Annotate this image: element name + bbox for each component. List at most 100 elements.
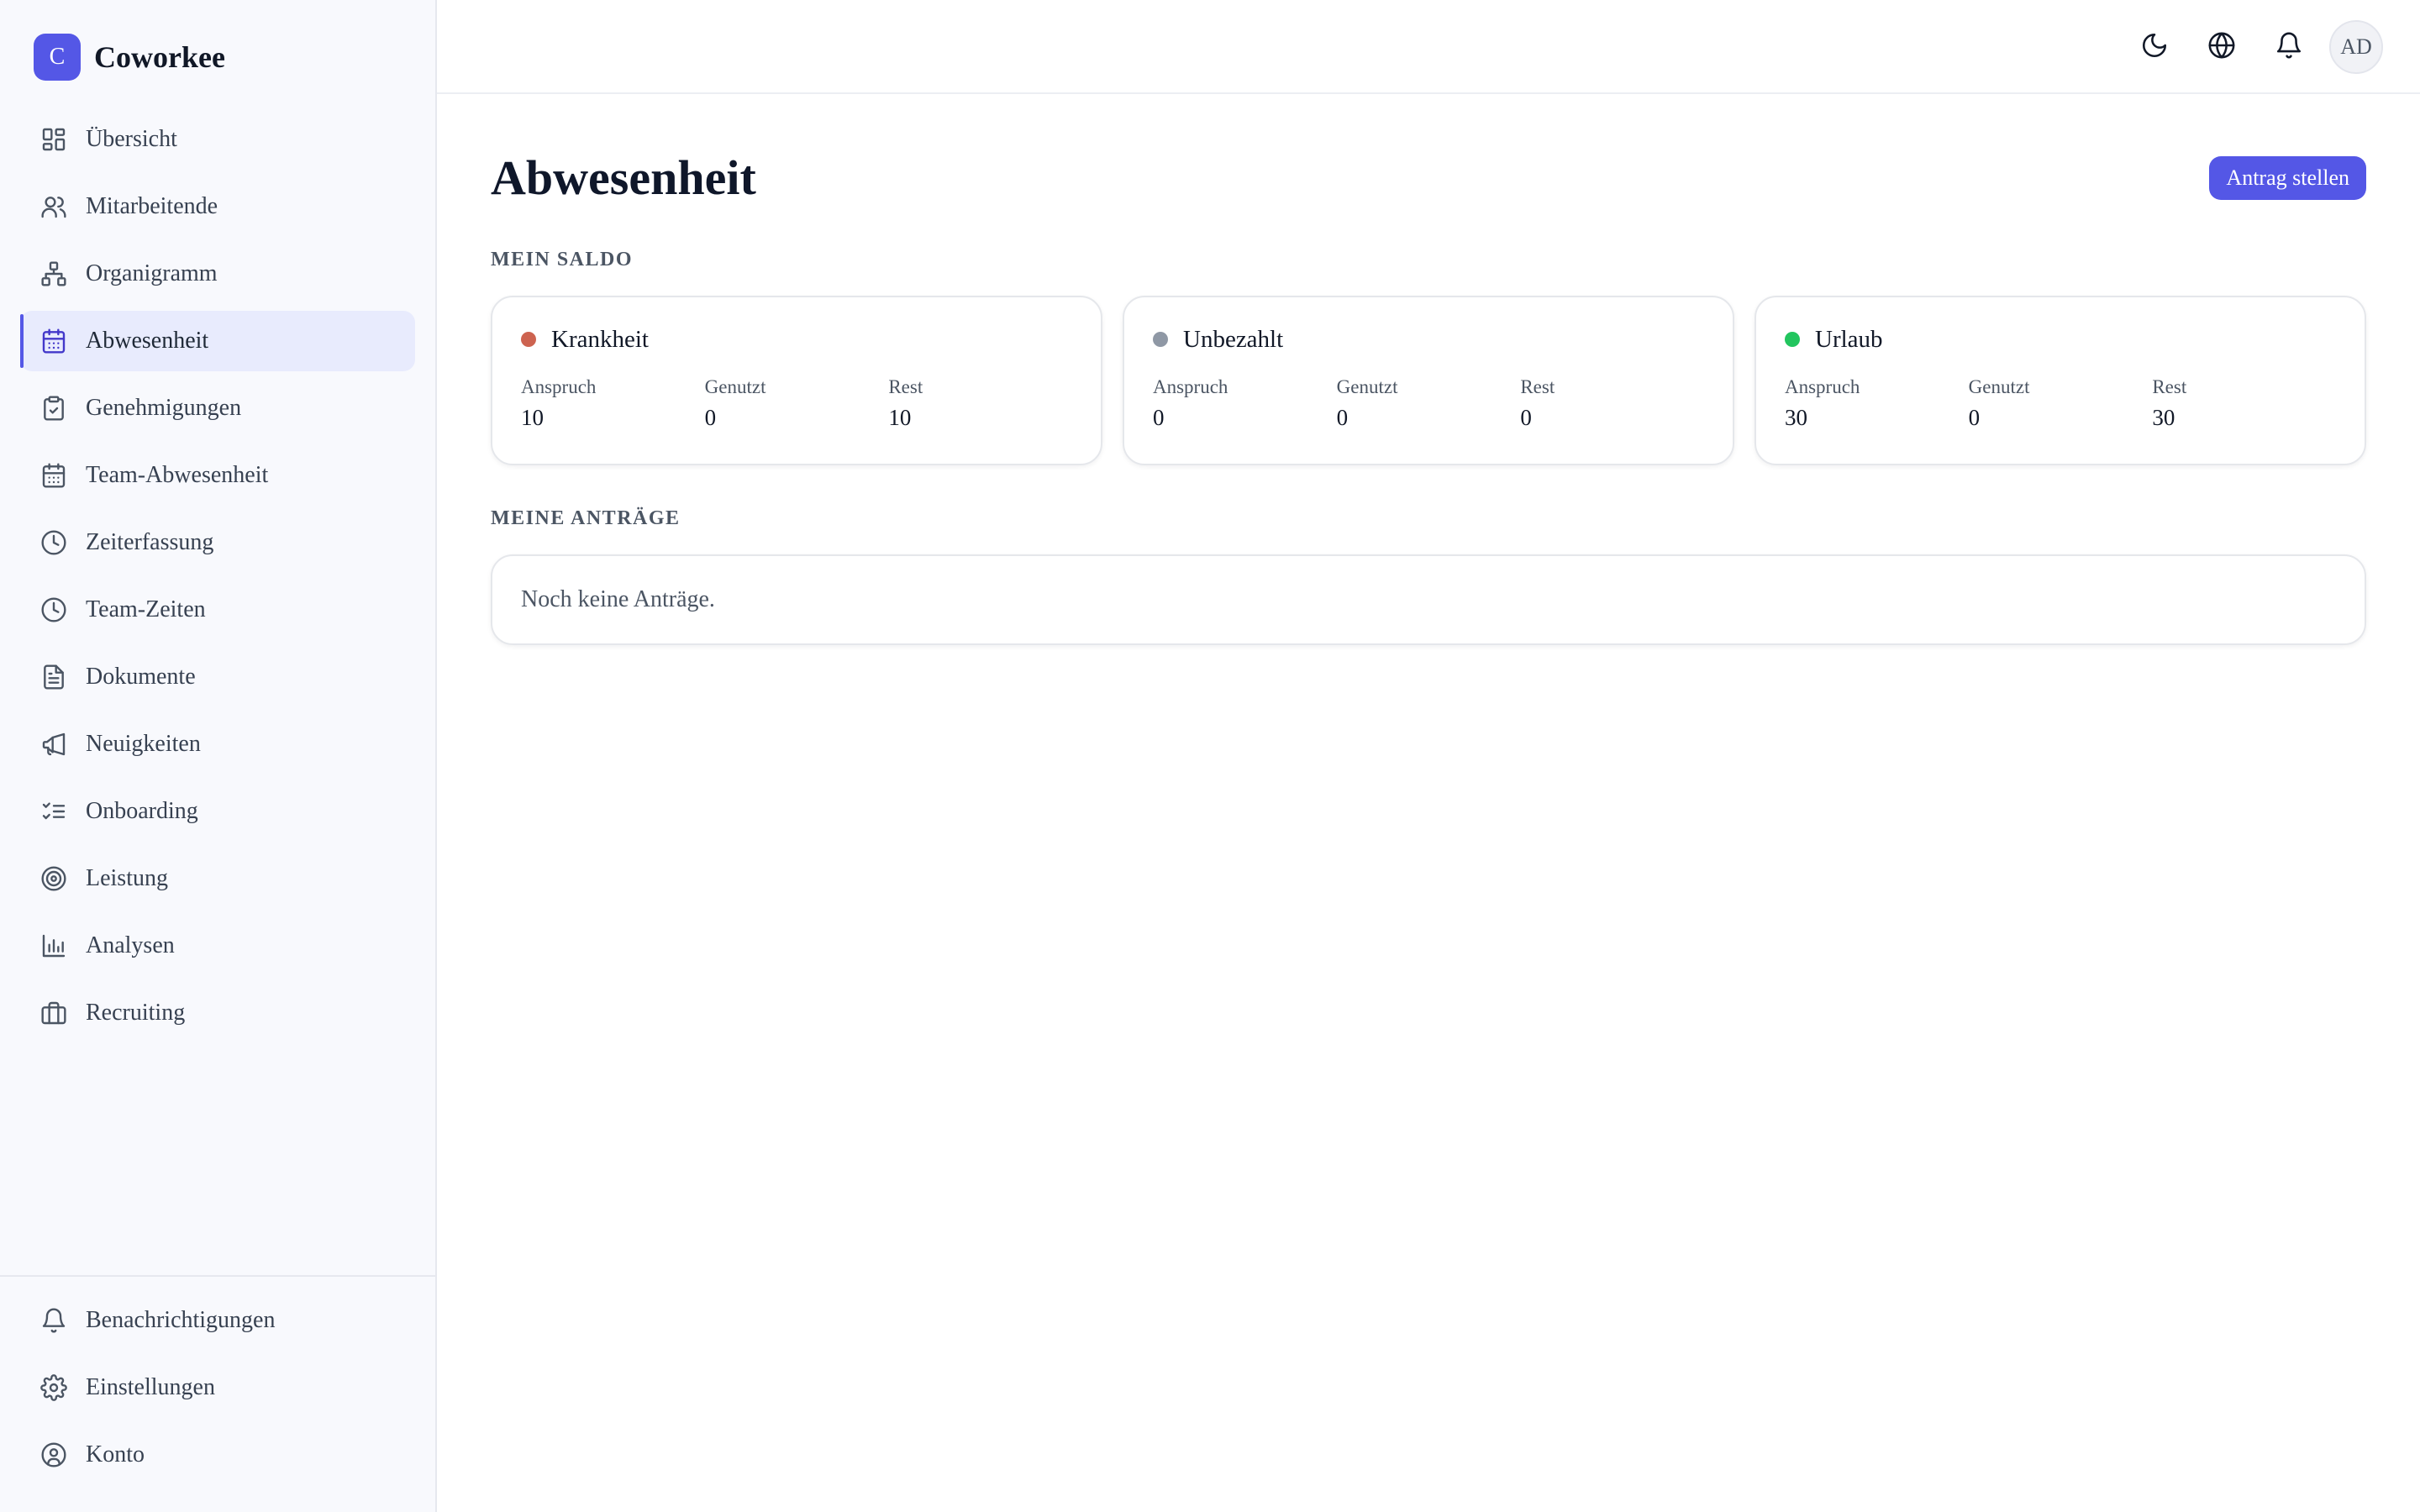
org-chart-icon xyxy=(40,260,67,287)
sidebar-item-zeiterfassung[interactable]: Zeiterfassung xyxy=(20,512,415,573)
submit-request-button[interactable]: Antrag stellen xyxy=(2209,156,2366,200)
stat-value-remaining: 0 xyxy=(1520,405,1532,430)
stat-value-remaining: 10 xyxy=(888,405,912,430)
megaphone-icon xyxy=(40,731,67,758)
sidebar-item-label: Onboarding xyxy=(86,798,198,824)
stat-value-entitlement: 30 xyxy=(1785,405,1807,430)
sidebar-item-leistung[interactable]: Leistung xyxy=(20,848,415,909)
balance-card-unbezahlt: Unbezahlt Anspruch 0 Genutzt 0 Rest 0 xyxy=(1123,296,1734,465)
sidebar-item-team-zeiten[interactable]: Team-Zeiten xyxy=(20,580,415,640)
stat-label-used: Genutzt xyxy=(704,376,766,397)
stat-value-used: 0 xyxy=(704,405,717,430)
stat-value-used: 0 xyxy=(1968,405,1981,430)
dashboard-icon xyxy=(40,126,67,153)
sidebar-item-benachrichtigungen[interactable]: Benachrichtigungen xyxy=(20,1290,417,1351)
stat-label-used: Genutzt xyxy=(1336,376,1398,397)
balance-card-title: Krankheit xyxy=(551,325,649,353)
bell-icon xyxy=(2275,31,2303,64)
sidebar-footer: Benachrichtigungen Einstellungen Konto xyxy=(0,1275,437,1512)
sidebar-item-label: Dokumente xyxy=(86,664,196,690)
checklist-icon xyxy=(40,798,67,825)
sidebar-item-label: Mitarbeitende xyxy=(86,193,218,219)
requests-section-label: MEINE ANTRÄGE xyxy=(491,507,681,529)
sidebar-item-label: Einstellungen xyxy=(86,1374,215,1400)
balance-card-urlaub: Urlaub Anspruch 30 Genutzt 0 Rest 30 xyxy=(1754,296,2366,465)
moon-icon xyxy=(2140,31,2169,64)
balance-section-label: MEIN SALDO xyxy=(491,249,634,270)
clock-icon xyxy=(40,596,67,623)
sidebar-item-label: Genehmigungen xyxy=(86,395,242,421)
stat-value-used: 0 xyxy=(1336,405,1349,430)
sidebar-nav: Übersicht Mitarbeitende Organigramm Abwe… xyxy=(20,109,415,1050)
empty-state-text: Noch keine Anträge. xyxy=(521,586,715,612)
clipboard-check-icon xyxy=(40,395,67,422)
sidebar-item-abwesenheit[interactable]: Abwesenheit xyxy=(20,311,415,371)
sidebar-item-recruiting[interactable]: Recruiting xyxy=(20,983,415,1043)
calendar-icon xyxy=(40,328,67,354)
sidebar-item-label: Abwesenheit xyxy=(86,328,209,354)
status-dot xyxy=(521,332,536,347)
bell-icon xyxy=(40,1307,67,1334)
sidebar-item-analysen[interactable]: Analysen xyxy=(20,916,415,976)
stat-value-remaining: 30 xyxy=(2152,405,2175,430)
sidebar-item-label: Leistung xyxy=(86,865,168,891)
sidebar-item-team-abwesenheit[interactable]: Team-Abwesenheit xyxy=(20,445,415,506)
sidebar-item-label: Benachrichtigungen xyxy=(86,1307,276,1333)
users-icon xyxy=(40,193,67,220)
sidebar-item-onboarding[interactable]: Onboarding xyxy=(20,781,415,842)
top-bar: AD xyxy=(437,0,2420,94)
sidebar-item-uebersicht[interactable]: Übersicht xyxy=(20,109,415,170)
sidebar-item-neuigkeiten[interactable]: Neuigkeiten xyxy=(20,714,415,774)
sidebar-item-dokumente[interactable]: Dokumente xyxy=(20,647,415,707)
stat-value-entitlement: 10 xyxy=(521,405,544,430)
top-bar-actions: AD xyxy=(2114,20,2383,74)
notifications-button[interactable] xyxy=(2262,20,2316,74)
stat-label-remaining: Rest xyxy=(2152,376,2187,397)
user-circle-icon xyxy=(40,1441,67,1468)
stat-label-remaining: Rest xyxy=(888,376,923,397)
sidebar-item-label: Organigramm xyxy=(86,260,218,286)
sidebar-item-label: Team-Abwesenheit xyxy=(86,462,269,488)
sidebar-item-genehmigungen[interactable]: Genehmigungen xyxy=(20,378,415,438)
brand-logo: C xyxy=(34,34,81,81)
status-dot xyxy=(1785,332,1800,347)
sidebar-item-label: Neuigkeiten xyxy=(86,731,201,757)
sidebar-item-mitarbeitende[interactable]: Mitarbeitende xyxy=(20,176,415,237)
balance-card-krankheit: Krankheit Anspruch 10 Genutzt 0 Rest 10 xyxy=(491,296,1102,465)
sidebar-item-einstellungen[interactable]: Einstellungen xyxy=(20,1357,417,1418)
briefcase-icon xyxy=(40,1000,67,1026)
stat-label-entitlement: Anspruch xyxy=(1785,376,1860,397)
stat-label-entitlement: Anspruch xyxy=(521,376,597,397)
language-button[interactable] xyxy=(2195,20,2249,74)
sidebar: C Coworkee Übersicht Mitarbeitende Organ… xyxy=(0,0,437,1512)
balance-card-title: Urlaub xyxy=(1815,325,1883,353)
stat-label-used: Genutzt xyxy=(1968,376,2030,397)
sidebar-item-konto[interactable]: Konto xyxy=(20,1425,417,1485)
globe-icon xyxy=(2207,31,2236,64)
sidebar-item-organigramm[interactable]: Organigramm xyxy=(20,244,415,304)
sidebar-item-label: Zeiterfassung xyxy=(86,529,214,555)
calendar-icon xyxy=(40,462,67,489)
sidebar-item-label: Recruiting xyxy=(86,1000,186,1026)
clock-icon xyxy=(40,529,67,556)
brand-name: Coworkee xyxy=(94,40,225,74)
gear-icon xyxy=(40,1374,67,1401)
theme-toggle-button[interactable] xyxy=(2128,20,2181,74)
sidebar-item-label: Konto xyxy=(86,1441,145,1467)
requests-list: Noch keine Anträge. xyxy=(491,554,2366,645)
avatar[interactable]: AD xyxy=(2329,20,2383,74)
stat-value-entitlement: 0 xyxy=(1153,405,1165,430)
document-icon xyxy=(40,664,67,690)
target-icon xyxy=(40,865,67,892)
page-title: Abwesenheit xyxy=(491,150,756,205)
sidebar-item-label: Übersicht xyxy=(86,126,177,152)
brand[interactable]: C Coworkee xyxy=(34,34,225,81)
sidebar-item-label: Analysen xyxy=(86,932,175,958)
stat-label-entitlement: Anspruch xyxy=(1153,376,1228,397)
bar-chart-icon xyxy=(40,932,67,959)
stat-label-remaining: Rest xyxy=(1520,376,1555,397)
balance-cards: Krankheit Anspruch 10 Genutzt 0 Rest 10 Unb… xyxy=(491,296,2366,465)
sidebar-item-label: Team-Zeiten xyxy=(86,596,206,622)
status-dot xyxy=(1153,332,1168,347)
balance-card-title: Unbezahlt xyxy=(1183,325,1284,353)
